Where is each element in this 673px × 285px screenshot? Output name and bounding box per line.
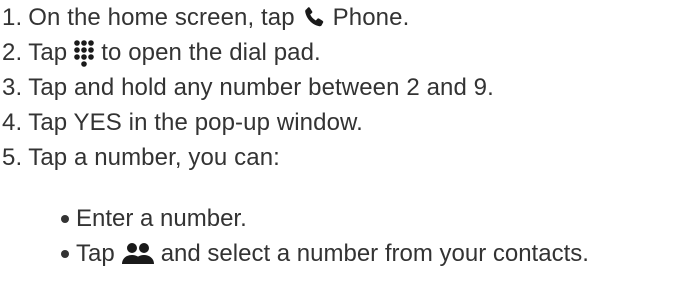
step-3: 3. Tap and hold any number between 2 and… <box>2 70 672 105</box>
contacts-icon <box>121 242 155 266</box>
option-item: Tap and select a number from your contac… <box>61 236 672 271</box>
step-4: 4. Tap YES in the pop-up window. <box>2 105 672 140</box>
option-item: Enter a number. <box>61 201 672 236</box>
bullet-dot <box>61 214 69 223</box>
step-2: 2. Tap to open the dial pad. <box>2 35 672 70</box>
option-text: Tap <box>76 240 115 267</box>
step-text: Tap a number, you can: <box>28 144 280 171</box>
step-number: 4. <box>2 109 23 136</box>
bullet-dot <box>61 249 69 258</box>
step-number: 3. <box>2 74 23 101</box>
option-text-tail: and select a number from your contacts. <box>160 240 589 267</box>
step-number: 5. <box>2 144 23 171</box>
step-text: Tap <box>28 39 68 66</box>
step-text-tail: Phone. <box>332 4 410 31</box>
step-text: Tap and hold any number between 2 and 9. <box>28 74 494 101</box>
step-text: On the home screen, tap <box>28 4 295 31</box>
step-number: 1. <box>2 4 23 31</box>
dialpad-icon <box>73 39 95 67</box>
option-list: Enter a number. Tap and select a number … <box>2 201 672 271</box>
step-number: 2. <box>2 39 23 66</box>
instruction-list: 1. On the home screen, tap Phone. 2. Tap <box>2 0 672 271</box>
step-text: Tap YES in the pop-up window. <box>28 109 363 136</box>
step-1: 1. On the home screen, tap Phone. <box>2 0 672 35</box>
step-text-tail: to open the dial pad. <box>101 39 321 66</box>
phone-icon <box>301 5 327 31</box>
option-text: Enter a number. <box>76 205 247 232</box>
step-5: 5. Tap a number, you can: <box>2 140 672 175</box>
